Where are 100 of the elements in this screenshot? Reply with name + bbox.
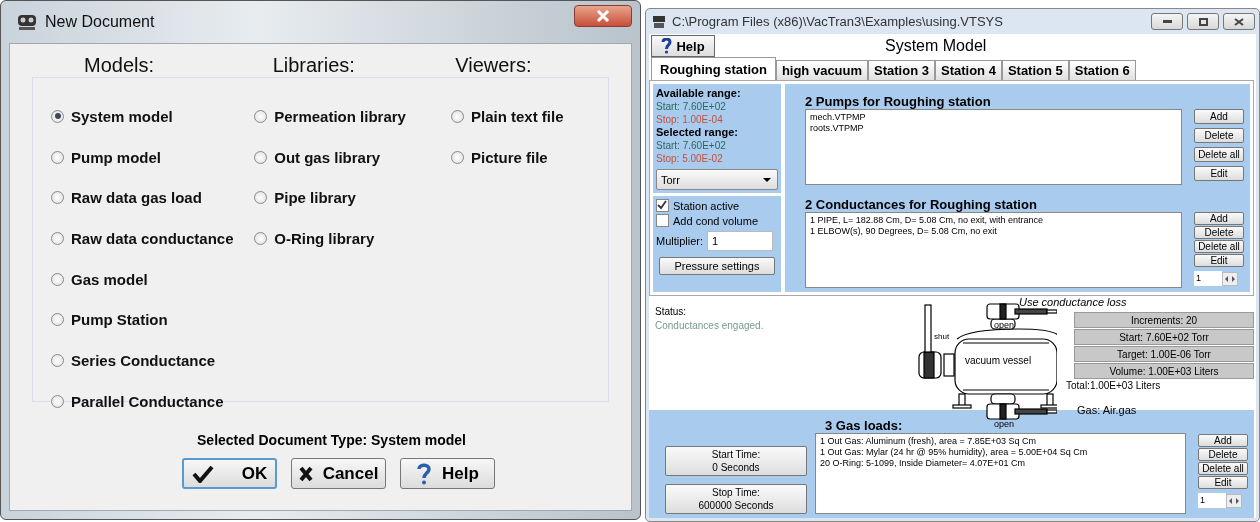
radio-button[interactable] <box>51 313 64 327</box>
section-heading: Models: <box>83 54 156 77</box>
list-button[interactable]: Delete <box>1194 226 1244 239</box>
option-label[interactable]: Pump Station <box>71 311 168 329</box>
list-item[interactable]: 20 O-Ring: 5-1099, Inside Diameter= 4.07E+01 Cm <box>820 458 1181 469</box>
conductances-title: 2 Conductances for Roughing station <box>805 197 1038 212</box>
radio-button[interactable] <box>51 353 64 367</box>
valve-state-label: open <box>994 419 1015 429</box>
option-label[interactable]: Parallel Conductance <box>71 392 224 410</box>
option-label[interactable]: O-Ring library <box>274 229 375 247</box>
multiplier-field[interactable]: 1 <box>707 231 774 251</box>
list-item[interactable]: roots.VTPMP <box>810 123 1177 134</box>
window-title: New Document <box>45 13 156 31</box>
list-button[interactable]: Edit <box>1194 254 1244 267</box>
pressure-settings-button[interactable]: Pressure settings <box>659 257 775 275</box>
station-tab[interactable]: Roughing station <box>651 57 776 80</box>
radio-button[interactable] <box>254 109 268 123</box>
list-button[interactable]: Delete all <box>1198 462 1248 475</box>
help-button[interactable]: Help <box>651 35 715 57</box>
option-label[interactable]: Plain text file <box>470 107 564 125</box>
list-item[interactable]: 1 Out Gas: Mylar (24 hr @ 95% humidity), area = 5.00E+04 Sq Cm <box>820 447 1181 458</box>
list-button[interactable]: Delete <box>1198 448 1248 461</box>
list-item[interactable]: 1 PIPE, L= 182.88 Cm, D= 5.08 Cm, no exit, with entrance <box>810 215 1177 226</box>
radio-button[interactable] <box>254 231 268 245</box>
radio-button[interactable] <box>51 231 64 245</box>
time-button[interactable]: Start Time: 0 Seconds <box>665 446 807 476</box>
station-tab[interactable]: Station 6 <box>1068 60 1136 80</box>
section-heading: Libraries: <box>271 54 356 77</box>
option-label[interactable]: System model <box>71 107 173 125</box>
status-label: Status: <box>655 306 688 317</box>
conductance-loss-note: Use conductance loss <box>1019 297 1127 307</box>
range-text: Stop: 1.00E-04 <box>656 113 724 126</box>
list-button[interactable]: Delete <box>1194 128 1244 143</box>
radio-button[interactable] <box>51 150 64 164</box>
app-icon <box>17 13 37 31</box>
option-label[interactable]: Permeation library <box>274 107 406 125</box>
ok-button[interactable]: OK <box>182 458 277 489</box>
checkbox-label[interactable]: Station active <box>673 199 740 212</box>
range-text: Start: 7.60E+02 <box>656 100 727 113</box>
list-button[interactable]: Add <box>1194 109 1244 124</box>
list-button[interactable]: Add <box>1194 212 1244 225</box>
radio-button[interactable] <box>51 394 64 408</box>
spinner-field[interactable]: 1 <box>1198 493 1226 508</box>
info-button[interactable]: Volume: 1.00E+03 Liters <box>1074 363 1254 379</box>
option-label[interactable]: Out gas library <box>274 148 381 166</box>
minimize-icon <box>1162 20 1172 23</box>
checkbox-label[interactable]: Add cond volume <box>673 214 758 227</box>
range-text: Selected range: <box>656 126 739 139</box>
list-button[interactable]: Delete all <box>1194 240 1244 253</box>
radio-button[interactable] <box>51 272 64 286</box>
help-button[interactable]: Help <box>400 458 495 489</box>
window-title: C:\Program Files (x86)\VacTran3\Examples\using.VTSYS <box>672 14 1004 29</box>
caret-icon <box>763 177 771 182</box>
close-button[interactable] <box>574 5 632 27</box>
option-label[interactable]: Picture file <box>470 148 548 166</box>
close-button[interactable] <box>1223 13 1255 30</box>
model-heading: System Model <box>885 37 987 55</box>
info-button[interactable]: Start: 7.60E+02 Torr <box>1074 329 1254 345</box>
station-tab[interactable]: Station 3 <box>868 60 935 80</box>
option-label[interactable]: Series Conductance <box>71 351 216 369</box>
spinner-arrows-icon[interactable] <box>1222 271 1238 286</box>
range-text: Available range: <box>656 87 742 100</box>
option-label[interactable]: Pump model <box>71 148 161 166</box>
checkbox[interactable] <box>656 199 669 212</box>
radio-button[interactable] <box>254 150 268 164</box>
station-tab[interactable]: Station 4 <box>934 60 1002 80</box>
valve-state-label: open <box>994 320 1015 330</box>
station-tab[interactable]: high vacuum <box>775 60 869 80</box>
maximize-button[interactable] <box>1187 13 1219 30</box>
option-label[interactable]: Raw data conductance <box>71 229 234 247</box>
cancel-button[interactable]: Cancel <box>291 458 386 489</box>
radio-button[interactable] <box>254 191 268 205</box>
list-button[interactable]: Delete all <box>1194 147 1244 162</box>
radio-button[interactable] <box>450 150 464 164</box>
minimize-button[interactable] <box>1151 13 1183 30</box>
time-button[interactable]: Stop Time: 600000 Seconds <box>665 484 807 514</box>
gas-loads-title: 3 Gas loads: <box>825 418 903 433</box>
multiplier-label: Multiplier: <box>656 235 704 247</box>
list-item[interactable]: 1 ELBOW(s), 90 Degrees, D= 5.08 Cm, no exit <box>810 226 1177 237</box>
info-button[interactable]: Increments: 20 <box>1074 312 1254 328</box>
help-icon <box>661 38 673 54</box>
list-item[interactable]: mech.VTPMP <box>810 112 1177 123</box>
option-label[interactable]: Raw data gas load <box>71 189 202 207</box>
radio-button[interactable] <box>51 191 64 205</box>
station-tab[interactable]: Station 5 <box>1001 60 1069 80</box>
list-button[interactable]: Add <box>1198 434 1248 447</box>
range-text: Start: 7.60E+02 <box>656 139 727 152</box>
option-label[interactable]: Pipe library <box>274 189 356 207</box>
selected-type-text: Selected Document Type: System model <box>196 432 467 448</box>
unit-dropdown[interactable]: Torr <box>656 169 778 190</box>
radio-button[interactable] <box>450 109 464 123</box>
spinner-arrows-icon[interactable] <box>1226 493 1242 508</box>
option-label[interactable]: Gas model <box>71 270 148 288</box>
checkbox[interactable] <box>656 214 669 227</box>
info-button[interactable]: Target: 1.00E-06 Torr <box>1074 346 1254 362</box>
radio-button[interactable] <box>51 109 64 123</box>
list-button[interactable]: Edit <box>1198 476 1248 489</box>
list-item[interactable]: 1 Out Gas: Aluminum (fresh), area = 7.85E+03 Sq Cm <box>820 436 1181 447</box>
list-button[interactable]: Edit <box>1194 166 1244 181</box>
spinner-field[interactable]: 1 <box>1194 271 1222 286</box>
